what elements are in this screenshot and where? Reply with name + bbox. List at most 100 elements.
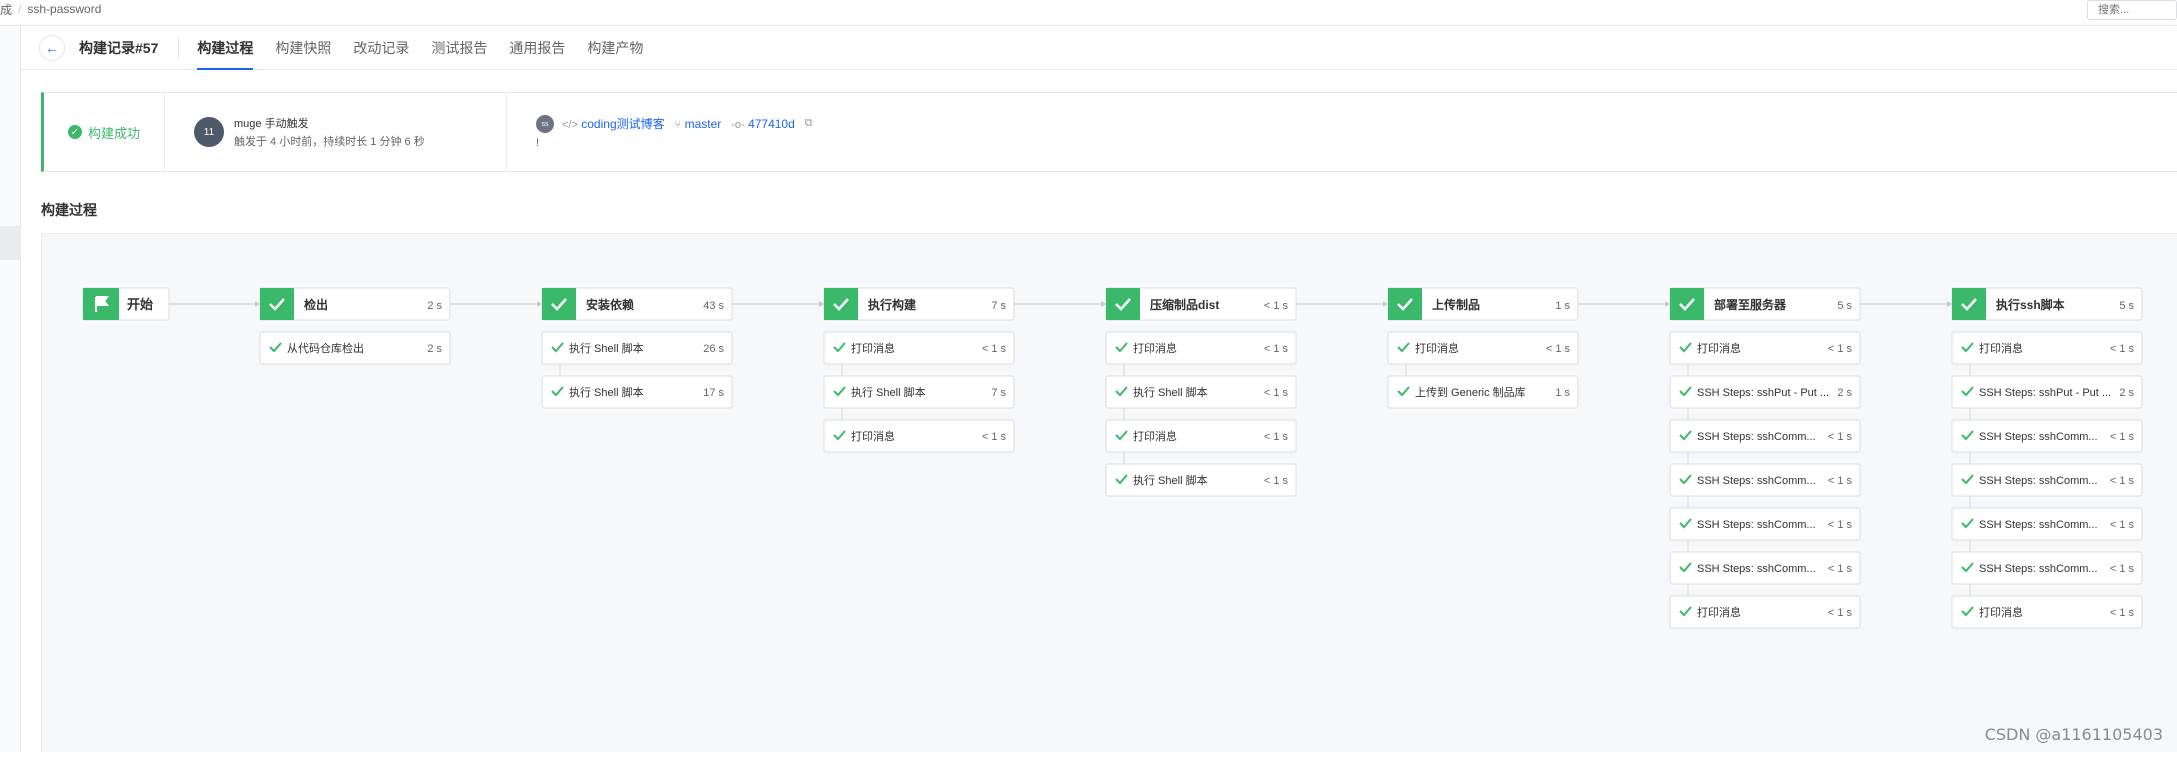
stage-duration: < 1 s bbox=[1264, 300, 1289, 312]
stage-6-step-2[interactable]: SSH Steps: sshComm... < 1 s bbox=[1952, 420, 2142, 452]
stage-4[interactable]: 上传制品1 s bbox=[1388, 288, 1578, 320]
step-name: 打印消息 bbox=[1979, 341, 2023, 355]
stage-5-step-2[interactable]: SSH Steps: sshComm...< 1 s bbox=[1670, 420, 1860, 452]
step-name: 打印消息 bbox=[851, 341, 895, 355]
tab-5[interactable]: 构建产物 bbox=[587, 26, 643, 70]
branch-link[interactable]: ⑂ master bbox=[675, 117, 722, 131]
stage-6-step-4[interactable]: SSH Steps: sshComm...< 1 s bbox=[1952, 508, 2142, 540]
step-name: 执行 Shell 脚本 bbox=[569, 341, 644, 355]
stage-5-step-4[interactable]: SSH Steps: sshComm...< 1 s bbox=[1670, 508, 1860, 540]
tab-0[interactable]: 构建过程 bbox=[197, 26, 253, 70]
stage-name: 安装依赖 bbox=[586, 297, 634, 312]
stage-0[interactable]: 检出2 s bbox=[260, 288, 450, 320]
left-sidebar bbox=[0, 26, 21, 752]
stage-duration: 43 s bbox=[703, 300, 724, 312]
step-duration: < 1 s bbox=[2110, 475, 2135, 487]
code-icon: </> bbox=[562, 119, 578, 131]
pipeline-canvas: 开始检出2 s从代码仓库检出2 s安装依赖43 s执行 Shell 脚本26 s… bbox=[41, 233, 2177, 752]
breadcrumb-prev[interactable]: 成 bbox=[0, 1, 12, 18]
step-name: SSH Steps: sshComm... bbox=[1979, 431, 2098, 443]
step-duration: 1 s bbox=[1555, 387, 1570, 399]
stage-duration: 7 s bbox=[991, 300, 1006, 312]
step-duration: < 1 s bbox=[2110, 563, 2135, 575]
repo-link[interactable]: </> coding测试博客 bbox=[562, 115, 665, 132]
stage-name: 执行构建 bbox=[868, 297, 917, 312]
start-node[interactable]: 开始 bbox=[83, 288, 169, 320]
stage-5-step-3[interactable]: SSH Steps: sshComm...< 1 s bbox=[1670, 464, 1860, 496]
stage-6-step-0[interactable]: 打印消息< 1 s bbox=[1952, 332, 2142, 364]
step-duration: < 1 s bbox=[1546, 343, 1571, 355]
tab-4[interactable]: 通用报告 bbox=[509, 26, 565, 70]
step-duration: 2 s bbox=[2119, 387, 2134, 399]
step-name: SSH Steps: sshComm... bbox=[1979, 519, 2098, 531]
stage-1-step-1[interactable]: 执行 Shell 脚本 17 s bbox=[542, 376, 732, 408]
stage-1[interactable]: 安装依赖 43 s bbox=[542, 288, 732, 320]
stage-3-step-1[interactable]: 执行 Shell 脚本< 1 s bbox=[1106, 376, 1296, 408]
step-duration: < 1 s bbox=[1828, 475, 1853, 487]
divider bbox=[178, 37, 179, 59]
step-name: 打印消息 bbox=[851, 429, 895, 443]
check-circle-icon: ✓ bbox=[68, 125, 82, 139]
stage-5-step-6[interactable]: 打印消息< 1 s bbox=[1670, 596, 1860, 628]
step-duration: < 1 s bbox=[1828, 431, 1853, 443]
stage-2-step-2[interactable]: 打印消息< 1 s bbox=[824, 420, 1014, 452]
commit-link[interactable]: -o- 477410d bbox=[731, 117, 795, 131]
stage-6-step-1[interactable]: SSH Steps: sshPut - Put ... 2 s bbox=[1952, 376, 2142, 408]
stage-5-step-1[interactable]: SSH Steps: sshPut - Put ...2 s bbox=[1670, 376, 1860, 408]
step-duration: < 1 s bbox=[982, 343, 1007, 355]
step-name: SSH Steps: sshPut - Put ... bbox=[1979, 387, 2111, 399]
stage-5-step-5[interactable]: SSH Steps: sshComm...< 1 s bbox=[1670, 552, 1860, 584]
stage-4-step-0[interactable]: 打印消息< 1 s bbox=[1388, 332, 1578, 364]
trigger-detail: 触发于 4 小时前，持续时长 1 分钟 6 秒 bbox=[234, 133, 425, 149]
step-name: 执行 Shell 脚本 bbox=[851, 385, 926, 399]
stage-6[interactable]: 执行ssh脚本5 s bbox=[1952, 288, 2142, 320]
stage-3-step-2[interactable]: 打印消息< 1 s bbox=[1106, 420, 1296, 452]
stage-2-step-1[interactable]: 执行 Shell 脚本 7 s bbox=[824, 376, 1014, 408]
breadcrumb: 成 / ssh-password bbox=[0, 0, 101, 18]
stage-6-step-5[interactable]: SSH Steps: sshComm... < 1 s bbox=[1952, 552, 2142, 584]
back-button[interactable]: ← bbox=[39, 35, 65, 61]
sidebar-active-marker[interactable] bbox=[0, 226, 21, 260]
step-name: 执行 Shell 脚本 bbox=[569, 385, 644, 399]
step-name: 从代码仓库检出 bbox=[287, 341, 364, 355]
commit-hash: 477410d bbox=[748, 117, 795, 131]
step-duration: 7 s bbox=[991, 387, 1006, 399]
step-duration: 17 s bbox=[703, 387, 724, 399]
stage-3-step-3[interactable]: 执行 Shell 脚本 < 1 s bbox=[1106, 464, 1296, 496]
breadcrumb-current[interactable]: ssh-password bbox=[27, 2, 101, 16]
copy-icon[interactable]: ⧉ bbox=[805, 117, 813, 130]
stage-name: 部署至服务器 bbox=[1714, 297, 1787, 312]
stage-6-step-6[interactable]: 打印消息< 1 s bbox=[1952, 596, 2142, 628]
connector-arrow bbox=[537, 301, 542, 307]
stage-1-step-0[interactable]: 执行 Shell 脚本26 s bbox=[542, 332, 732, 364]
top-bar: 成 / ssh-password bbox=[0, 0, 2177, 26]
step-duration: < 1 s bbox=[1264, 343, 1289, 355]
stage-0-step-0[interactable]: 从代码仓库检出2 s bbox=[260, 332, 450, 364]
stage-5[interactable]: 部署至服务器5 s bbox=[1670, 288, 1860, 320]
step-duration: < 1 s bbox=[1264, 475, 1289, 487]
step-name: SSH Steps: sshComm... bbox=[1979, 475, 2098, 487]
stage-2[interactable]: 执行构建 7 s bbox=[824, 288, 1014, 320]
connector-arrow bbox=[1947, 301, 1952, 307]
step-name: 打印消息 bbox=[1979, 605, 2023, 619]
tab-2[interactable]: 改动记录 bbox=[353, 26, 409, 70]
stage-6-step-3[interactable]: SSH Steps: sshComm... < 1 s bbox=[1952, 464, 2142, 496]
search-input[interactable] bbox=[2087, 0, 2177, 20]
step-duration: < 1 s bbox=[2110, 431, 2135, 443]
step-name: 打印消息 bbox=[1133, 341, 1177, 355]
step-name: SSH Steps: sshComm... bbox=[1979, 563, 2098, 575]
step-name: 执行 Shell 脚本 bbox=[1133, 385, 1208, 399]
step-name: SSH Steps: sshComm... bbox=[1697, 563, 1816, 575]
stage-3-step-0[interactable]: 打印消息 < 1 s bbox=[1106, 332, 1296, 364]
stage-4-step-1[interactable]: 上传到 Generic 制品库1 s bbox=[1388, 376, 1578, 408]
tab-3[interactable]: 测试报告 bbox=[431, 26, 487, 70]
stage-5-step-0[interactable]: 打印消息< 1 s bbox=[1670, 332, 1860, 364]
branch-icon: ⑂ bbox=[675, 119, 682, 131]
tab-1[interactable]: 构建快照 bbox=[275, 26, 331, 70]
build-status: ✓ 构建成功 bbox=[68, 93, 140, 171]
step-duration: 2 s bbox=[1837, 387, 1852, 399]
stage-2-step-0[interactable]: 打印消息 < 1 s bbox=[824, 332, 1014, 364]
stage-3[interactable]: 压缩制品dist< 1 s bbox=[1106, 288, 1296, 320]
tab-list: 构建过程构建快照改动记录测试报告通用报告构建产物 bbox=[197, 26, 665, 70]
step-name: 执行 Shell 脚本 bbox=[1133, 473, 1208, 487]
